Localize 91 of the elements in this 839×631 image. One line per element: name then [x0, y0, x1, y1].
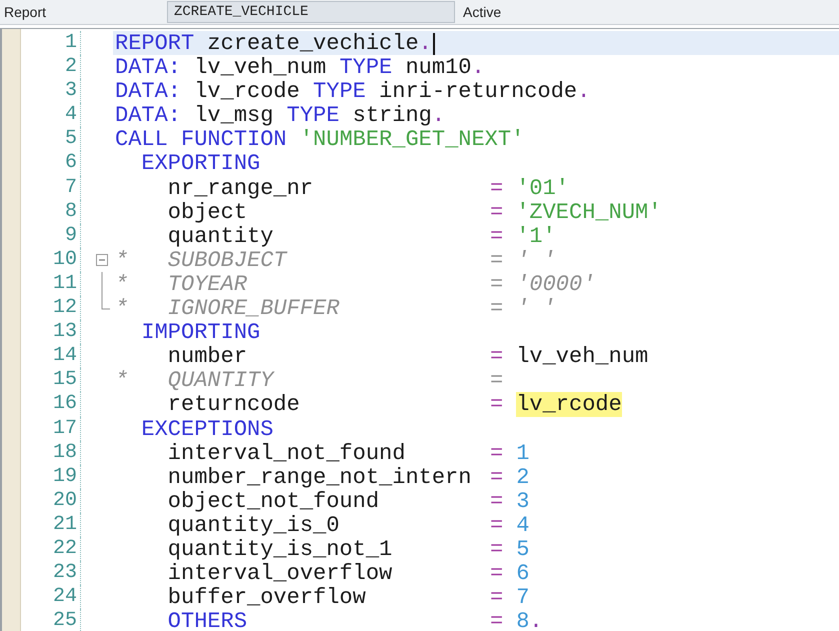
fold-end-line	[101, 296, 111, 310]
equals-sign: =	[490, 224, 504, 249]
line-number: 10	[21, 248, 81, 272]
fold-line	[101, 272, 103, 296]
equals-sign: =	[490, 512, 504, 538]
parameter-value: ' '	[516, 296, 556, 322]
code-line: object_not_found	[166, 488, 380, 514]
code-line: number_range_not_intern	[166, 464, 472, 490]
line-number: 13	[21, 320, 81, 344]
equals-sign: =	[490, 392, 504, 418]
parameter-value: 2	[516, 464, 530, 490]
parameter-value: lv_veh_num	[516, 344, 648, 370]
code-line: DATA: lv_rcode TYPE inri-returncode.	[115, 79, 590, 104]
line-number: 21	[21, 512, 81, 537]
parameter-value: '01'	[516, 176, 570, 201]
line-number: 25	[21, 609, 81, 631]
code-line: quantity_is_not_1	[166, 536, 392, 562]
code-line: * SUBOBJECT	[115, 248, 287, 273]
parameter-value: '1'	[516, 224, 556, 249]
line-number: 7	[21, 176, 81, 200]
equals-sign: =	[490, 561, 504, 586]
line-number: 9	[21, 224, 81, 248]
line-number: 5	[21, 127, 81, 152]
parameter-value: 'ZVECH_NUM'	[516, 200, 662, 225]
equals-sign: =	[490, 200, 504, 225]
code-line: DATA: lv_msg TYPE string.	[115, 103, 446, 128]
equals-sign: =	[490, 368, 504, 394]
line-number: 14	[21, 344, 81, 368]
equals-sign: =	[490, 296, 504, 322]
parameter-value: 6	[516, 561, 530, 586]
line-number: 18	[21, 440, 81, 465]
line-number: 4	[21, 103, 81, 128]
parameter-value: 3	[516, 488, 530, 514]
parameter-value: ' '	[516, 248, 556, 273]
code-line: EXCEPTIONS	[140, 416, 274, 442]
code-line: nr_range_nr	[166, 176, 314, 201]
parameter-value: 4	[516, 512, 530, 538]
line-number: 22	[21, 536, 81, 562]
code-line: * IGNORE_BUFFER	[115, 296, 340, 322]
text-cursor	[432, 32, 435, 54]
equals-sign: =	[490, 585, 504, 610]
code-line: returncode	[166, 392, 300, 418]
parameter-value: 7	[516, 585, 530, 610]
code-line: number	[166, 344, 248, 370]
code-line: interval_overflow	[166, 561, 392, 586]
line-number: 15	[21, 368, 81, 392]
line-number: 1	[21, 31, 81, 56]
code-line: DATA: lv_veh_num TYPE num10.	[115, 55, 485, 80]
collapse-icon[interactable]	[95, 252, 109, 267]
equals-sign: =	[490, 176, 504, 201]
equals-sign: =	[490, 440, 504, 466]
equals-sign: =	[490, 488, 504, 514]
highlighted-value: lv_rcode	[516, 392, 622, 418]
code-line: EXPORTING	[140, 151, 260, 176]
code-line: * TOYEAR	[115, 272, 248, 297]
status-label: Active	[463, 4, 502, 20]
parameter-value: 1	[516, 440, 530, 466]
program-name-field[interactable]: ZCREATE_VECHICLE	[167, 1, 455, 23]
code-line: IMPORTING	[140, 320, 260, 346]
line-number: 23	[21, 561, 81, 586]
equals-sign: =	[490, 464, 504, 490]
equals-sign: =	[490, 272, 504, 297]
object-type-label: Report	[3, 4, 48, 20]
line-number: 24	[21, 585, 81, 610]
equals-sign: =	[490, 536, 504, 562]
line-number: 8	[21, 200, 81, 224]
equals-sign: =	[490, 344, 504, 370]
line-number: 17	[21, 416, 81, 441]
equals-sign: =	[490, 248, 504, 273]
code-line: object	[166, 200, 248, 225]
code-line: buffer_overflow	[166, 585, 366, 610]
equals-sign: =	[490, 609, 504, 631]
code-line: interval_not_found	[166, 440, 406, 466]
code-editor[interactable]	[0, 28, 839, 631]
parameter-value: 8.	[516, 609, 543, 631]
code-line: quantity_is_0	[166, 512, 340, 538]
line-number: 6	[21, 151, 81, 176]
line-number: 11	[21, 272, 81, 296]
code-line: REPORT zcreate_vechicle.	[115, 31, 432, 56]
line-number: 16	[21, 392, 81, 416]
line-number: 12	[21, 296, 81, 320]
code-line: OTHERS	[166, 609, 248, 631]
code-line: CALL FUNCTION 'NUMBER_GET_NEXT'	[115, 127, 524, 152]
line-number: 19	[21, 464, 81, 489]
code-line: quantity	[166, 224, 274, 249]
line-number: 20	[21, 488, 81, 513]
code-line: * QUANTITY	[115, 368, 274, 394]
line-number: 3	[21, 79, 81, 104]
line-number: 2	[21, 55, 81, 80]
parameter-value: '0000'	[516, 272, 596, 297]
parameter-value: 5	[516, 536, 530, 562]
